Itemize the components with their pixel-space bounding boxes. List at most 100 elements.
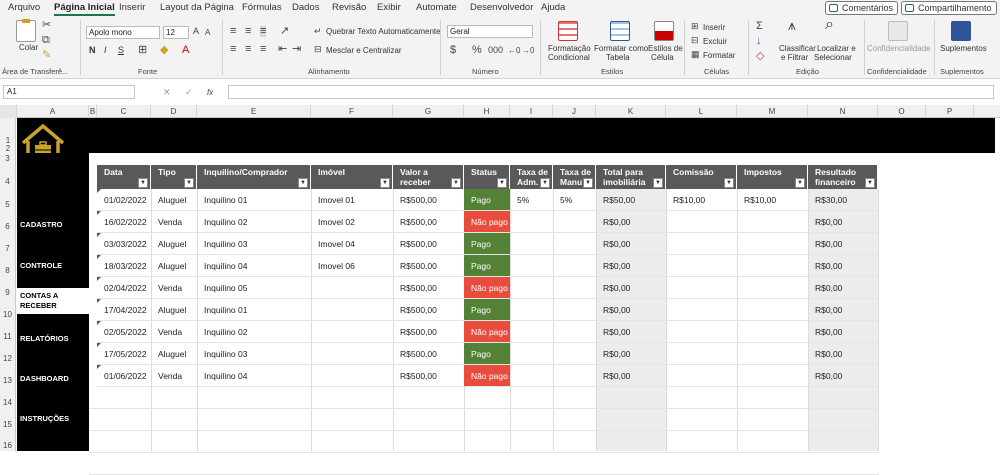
agency-total-cell[interactable]: R$0,00 xyxy=(596,211,666,233)
taxes-cell[interactable]: R$10,00 xyxy=(737,189,808,211)
column-header[interactable]: B xyxy=(89,105,97,118)
insert-function-button[interactable]: fx xyxy=(207,87,213,98)
filter-dropdown-icon[interactable]: ▼ xyxy=(138,178,148,188)
agency-total-cell[interactable]: R$0,00 xyxy=(596,343,666,365)
table-header[interactable]: Taxa de Manu ▼ xyxy=(553,165,596,189)
table-header[interactable]: Impostos ▼ xyxy=(737,165,808,189)
result-cell[interactable]: R$0,00 xyxy=(808,233,878,255)
maint-fee-cell[interactable] xyxy=(553,233,596,255)
name-box[interactable]: A1 xyxy=(3,85,135,99)
row-header[interactable]: 10 xyxy=(0,299,16,321)
table-header[interactable]: Inquilino/Comprador ▼ xyxy=(197,165,311,189)
sort-filter-icon[interactable]: ⩚ xyxy=(788,18,796,32)
row-header[interactable]: 15 xyxy=(0,409,16,431)
format-button[interactable]: Formatar xyxy=(703,51,735,60)
maint-fee-cell[interactable] xyxy=(553,365,596,387)
cut-icon[interactable]: ✂ xyxy=(42,20,51,31)
menu-exibir[interactable]: Exibir xyxy=(377,2,401,13)
menu-arquivo[interactable]: Arquivo xyxy=(8,2,40,13)
fill-icon[interactable]: ↓ xyxy=(756,36,762,47)
property-cell[interactable] xyxy=(311,321,393,343)
property-cell[interactable]: Imovel 01 xyxy=(311,189,393,211)
share-button[interactable]: Compartilhamento xyxy=(901,1,997,15)
column-header[interactable]: A xyxy=(17,105,89,118)
nav-relatorios[interactable]: RELATÓRIOS xyxy=(17,328,89,350)
increase-decimal-icon[interactable]: ←0 xyxy=(508,45,520,56)
commission-cell[interactable] xyxy=(666,277,737,299)
status-cell[interactable]: Não pago xyxy=(464,365,510,387)
underline-button[interactable]: S xyxy=(118,46,124,55)
column-header[interactable]: D xyxy=(151,105,197,118)
status-cell[interactable]: Pago xyxy=(464,255,510,277)
taxes-cell[interactable] xyxy=(737,299,808,321)
admin-fee-cell[interactable] xyxy=(510,343,553,365)
delete-icon[interactable]: ⊟ xyxy=(691,35,699,46)
column-header[interactable]: I xyxy=(510,105,553,118)
taxes-cell[interactable] xyxy=(737,211,808,233)
filter-dropdown-icon[interactable]: ▼ xyxy=(298,178,308,188)
column-header[interactable]: C xyxy=(97,105,151,118)
type-cell[interactable]: Aluguel xyxy=(151,299,197,321)
amount-cell[interactable]: R$500,00 xyxy=(393,211,464,233)
column-header[interactable]: F xyxy=(311,105,393,118)
copy-icon[interactable]: ⧉ xyxy=(42,35,50,46)
comma-style-icon[interactable]: 000 xyxy=(488,45,503,56)
filter-dropdown-icon[interactable]: ▼ xyxy=(795,178,805,188)
admin-fee-cell[interactable] xyxy=(510,211,553,233)
number-format-select[interactable]: Geral xyxy=(447,25,533,38)
indent-increase-icon[interactable]: ⇥ xyxy=(292,44,301,55)
sort-filter-label-1[interactable]: Classificar xyxy=(779,44,816,53)
table-header[interactable]: Status ▼ xyxy=(464,165,510,189)
result-cell[interactable]: R$0,00 xyxy=(808,365,878,387)
admin-fee-cell[interactable]: 5% xyxy=(510,189,553,211)
tenant-cell[interactable]: Inquilino 04 xyxy=(197,255,311,277)
agency-total-cell[interactable]: R$0,00 xyxy=(596,365,666,387)
formula-input[interactable] xyxy=(228,85,994,99)
font-color-icon[interactable]: A xyxy=(182,45,189,56)
type-cell[interactable]: Aluguel xyxy=(151,343,197,365)
column-header[interactable]: O xyxy=(878,105,926,118)
tenant-cell[interactable]: Inquilino 04 xyxy=(197,365,311,387)
date-cell[interactable]: 17/04/2022 xyxy=(97,299,151,321)
filter-dropdown-icon[interactable]: ▼ xyxy=(540,178,550,188)
commission-cell[interactable] xyxy=(666,255,737,277)
borders-icon[interactable]: ⊞ xyxy=(138,45,147,56)
maint-fee-cell[interactable] xyxy=(553,299,596,321)
worksheet[interactable]: CADASTRO CONTROLE CONTAS A RECEBER RELAT… xyxy=(17,118,1000,475)
tenant-cell[interactable]: Inquilino 01 xyxy=(197,299,311,321)
commission-cell[interactable]: R$10,00 xyxy=(666,189,737,211)
menu-ajuda[interactable]: Ajuda xyxy=(541,2,565,13)
orientation-icon[interactable]: ↗ xyxy=(280,26,289,37)
agency-total-cell[interactable]: R$50,00 xyxy=(596,189,666,211)
type-cell[interactable]: Venda xyxy=(151,211,197,233)
table-header[interactable]: Imóvel ▼ xyxy=(311,165,393,189)
table-header[interactable]: Tipo ▼ xyxy=(151,165,197,189)
result-cell[interactable]: R$0,00 xyxy=(808,277,878,299)
type-cell[interactable]: Aluguel xyxy=(151,189,197,211)
result-cell[interactable]: R$30,00 xyxy=(808,189,878,211)
date-cell[interactable]: 01/06/2022 xyxy=(97,365,151,387)
align-right-icon[interactable]: ≡ xyxy=(260,44,266,55)
bold-button[interactable]: N xyxy=(89,46,96,55)
result-cell[interactable]: R$0,00 xyxy=(808,255,878,277)
admin-fee-cell[interactable] xyxy=(510,365,553,387)
amount-cell[interactable]: R$500,00 xyxy=(393,365,464,387)
nav-dashboard[interactable]: DASHBOARD xyxy=(17,368,89,390)
column-header[interactable]: J xyxy=(553,105,596,118)
type-cell[interactable]: Aluguel xyxy=(151,233,197,255)
align-top-icon[interactable]: ≡ xyxy=(230,26,236,37)
amount-cell[interactable]: R$500,00 xyxy=(393,321,464,343)
property-cell[interactable]: Imovel 04 xyxy=(311,233,393,255)
date-cell[interactable]: 18/03/2022 xyxy=(97,255,151,277)
row-header[interactable]: 9 xyxy=(0,277,16,299)
italic-button[interactable]: I xyxy=(104,46,107,55)
menu-dados[interactable]: Dados xyxy=(292,2,319,13)
property-cell[interactable]: Imovel 02 xyxy=(311,211,393,233)
nav-controle[interactable]: CONTROLE xyxy=(17,255,89,277)
maint-fee-cell[interactable]: 5% xyxy=(553,189,596,211)
row-header[interactable]: 12 xyxy=(0,343,16,365)
filter-dropdown-icon[interactable]: ▼ xyxy=(451,178,461,188)
decrease-decimal-icon[interactable]: →0 xyxy=(522,45,534,56)
maint-fee-cell[interactable] xyxy=(553,255,596,277)
align-left-icon[interactable]: ≡ xyxy=(230,44,236,55)
